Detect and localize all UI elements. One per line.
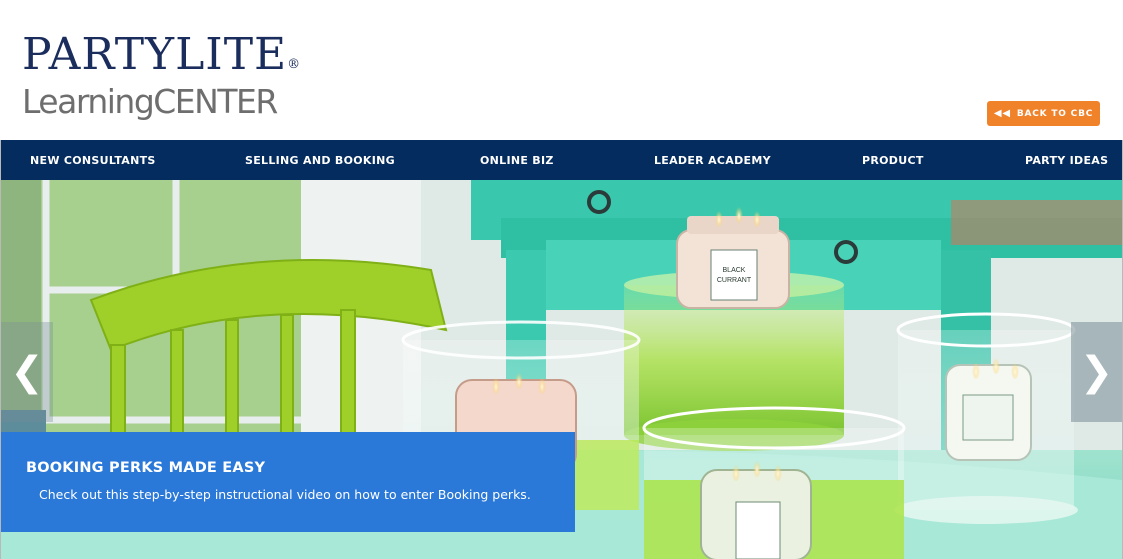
header: PARTYLITE® LearningCENTER ◀◀ BACK TO CBC: [0, 0, 1123, 140]
logo-brand: PARTYLITE®: [22, 29, 302, 80]
svg-text:CURRANT: CURRANT: [717, 277, 752, 284]
logo-subtitle: LearningCENTER: [22, 82, 278, 121]
chevron-left-icon: ❮: [10, 349, 44, 395]
back-to-cbc-button[interactable]: ◀◀ BACK TO CBC: [987, 101, 1100, 126]
nav-item-leader-academy[interactable]: LEADER ACADEMY: [654, 140, 771, 180]
nav-item-new-consultants[interactable]: NEW CONSULTANTS: [30, 140, 156, 180]
nav-item-party-ideas[interactable]: PARTY IDEAS: [1025, 140, 1108, 180]
hero-caption[interactable]: BOOKING PERKS MADE EASY Check out this s…: [1, 432, 575, 532]
nav-item-product[interactable]: PRODUCT: [862, 140, 924, 180]
caption-text: Check out this step-by-step instructiona…: [39, 487, 531, 502]
nav-item-online-biz[interactable]: ONLINE BIZ: [480, 140, 554, 180]
jar-label-top: BLACK: [723, 267, 746, 274]
back-to-cbc-label: BACK TO CBC: [1016, 108, 1094, 119]
nav-item-selling-and-booking[interactable]: SELLING AND BOOKING: [245, 140, 395, 180]
double-chevron-left-icon: ◀◀: [993, 107, 1011, 119]
partylite-logo[interactable]: PARTYLITE® LearningCENTER: [22, 30, 322, 130]
slider-next-button[interactable]: ❯: [1071, 322, 1122, 422]
caption-title[interactable]: BOOKING PERKS MADE EASY: [26, 460, 265, 476]
logo-registered-mark: ®: [287, 57, 302, 72]
chevron-right-icon: ❯: [1079, 349, 1114, 395]
main-nav: NEW CONSULTANTS SELLING AND BOOKING ONLI…: [1, 140, 1122, 180]
slider-prev-button[interactable]: ❮: [1, 322, 53, 422]
